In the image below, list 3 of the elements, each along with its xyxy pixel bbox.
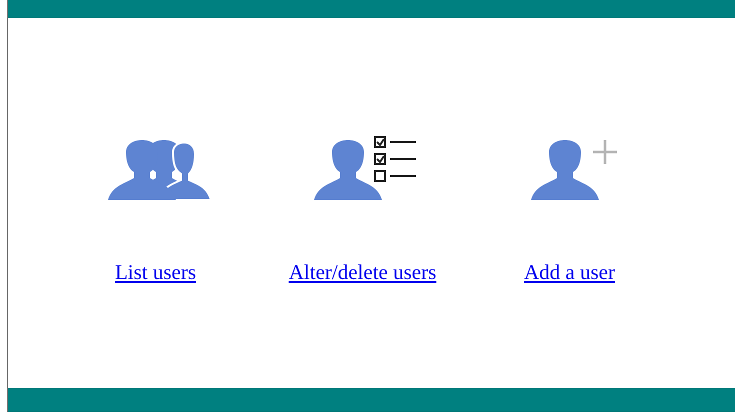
action-link[interactable]: List users [114, 260, 196, 285]
action-link[interactable]: Add a user [524, 260, 615, 285]
action-link[interactable]: Alter/delete users [288, 260, 436, 285]
